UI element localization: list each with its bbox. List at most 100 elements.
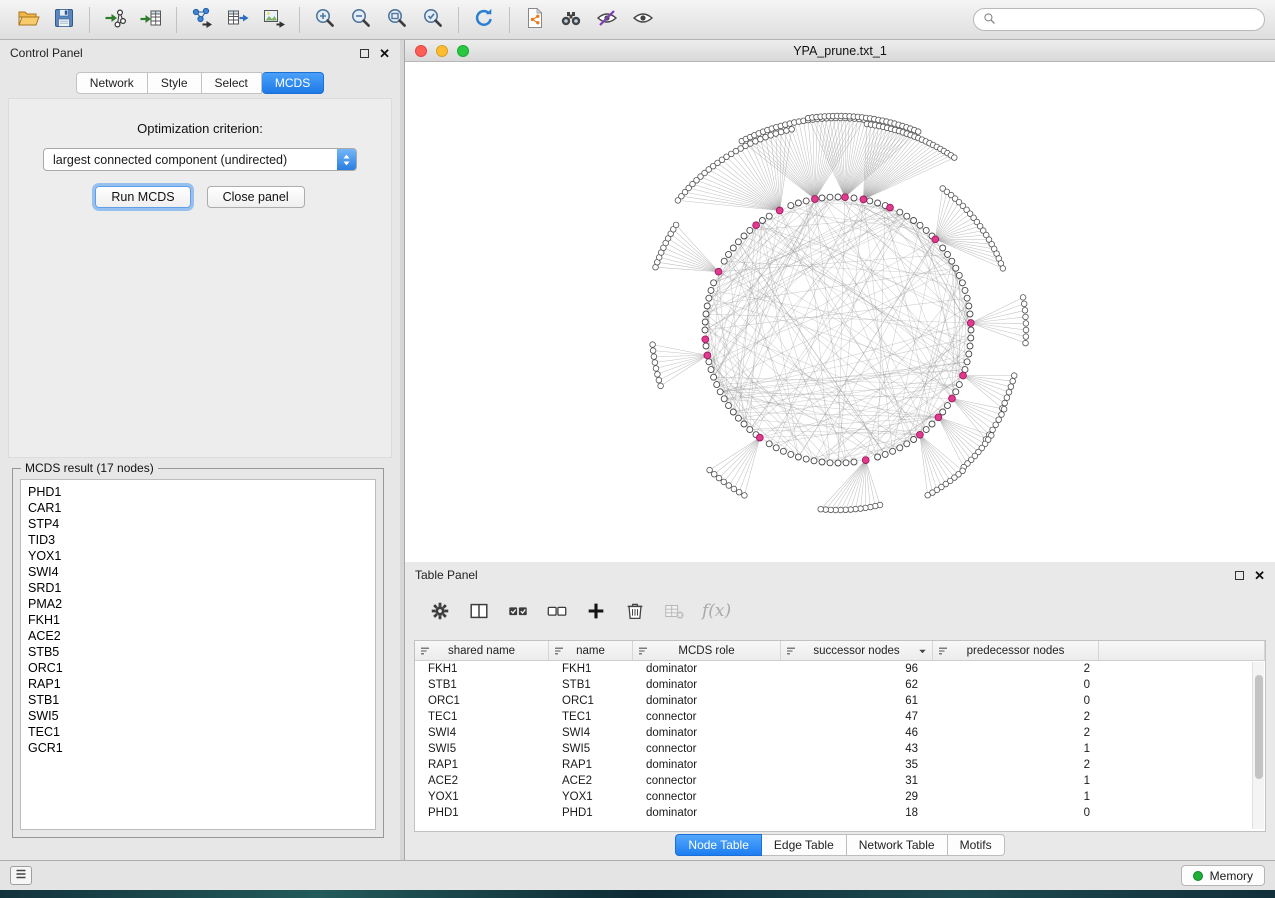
- network-node[interactable]: [741, 421, 747, 427]
- mcds-hub-node[interactable]: [935, 414, 942, 421]
- export-table-button[interactable]: [220, 4, 256, 36]
- table-row[interactable]: PHD1PHD1dominator180: [415, 805, 1265, 821]
- network-node[interactable]: [964, 295, 970, 301]
- network-node[interactable]: [726, 251, 732, 257]
- mcds-result-item[interactable]: SWI4: [28, 564, 368, 580]
- scrollbar-thumb[interactable]: [1255, 675, 1263, 779]
- network-node[interactable]: [735, 239, 741, 245]
- network-node[interactable]: [795, 454, 801, 460]
- network-node[interactable]: [747, 427, 753, 433]
- network-node[interactable]: [953, 389, 959, 395]
- add-button[interactable]: [585, 600, 607, 622]
- table-row[interactable]: SWI5SWI5connector431: [415, 741, 1265, 757]
- network-node[interactable]: [1004, 395, 1010, 401]
- mcds-hub-node[interactable]: [960, 372, 967, 379]
- column-header-successor-nodes[interactable]: successor nodes: [781, 641, 933, 660]
- network-node[interactable]: [999, 412, 1005, 418]
- network-node[interactable]: [819, 195, 825, 201]
- network-node[interactable]: [967, 343, 973, 349]
- mcds-hub-node[interactable]: [812, 196, 819, 203]
- mcds-result-item[interactable]: PHD1: [28, 484, 368, 500]
- network-node[interactable]: [917, 222, 923, 228]
- mcds-result-item[interactable]: PMA2: [28, 596, 368, 612]
- network-node[interactable]: [736, 489, 742, 495]
- tab-select[interactable]: Select: [202, 72, 262, 94]
- network-node[interactable]: [968, 335, 974, 341]
- mcds-result-item[interactable]: TID3: [28, 532, 368, 548]
- network-node[interactable]: [929, 421, 935, 427]
- mcds-hub-node[interactable]: [756, 434, 763, 441]
- network-node[interactable]: [778, 129, 784, 135]
- network-node[interactable]: [741, 233, 747, 239]
- network-node[interactable]: [911, 437, 917, 443]
- column-header-predecessor-nodes[interactable]: predecessor nodes: [933, 641, 1099, 660]
- network-node[interactable]: [952, 155, 958, 161]
- network-node[interactable]: [711, 471, 717, 477]
- network-node[interactable]: [803, 198, 809, 204]
- network-node[interactable]: [711, 280, 717, 286]
- network-node[interactable]: [788, 203, 794, 209]
- network-node[interactable]: [882, 451, 888, 457]
- network-node[interactable]: [1001, 406, 1007, 412]
- network-canvas[interactable]: [405, 62, 1275, 562]
- select-all-button[interactable]: [507, 600, 529, 622]
- mcds-hub-node[interactable]: [776, 207, 783, 214]
- mcds-result-item[interactable]: STB1: [28, 692, 368, 708]
- mcds-hub-node[interactable]: [967, 320, 974, 327]
- search-input[interactable]: [1002, 13, 1255, 27]
- show-all-button[interactable]: [625, 4, 661, 36]
- network-node[interactable]: [766, 441, 772, 447]
- network-node[interactable]: [851, 459, 857, 465]
- mcds-hub-node[interactable]: [842, 194, 849, 201]
- network-node[interactable]: [730, 409, 736, 415]
- network-node[interactable]: [940, 245, 946, 251]
- settings-button[interactable]: [429, 600, 451, 622]
- column-header-mcds-role[interactable]: MCDS role: [633, 641, 781, 660]
- network-node[interactable]: [656, 377, 662, 383]
- zoom-in-button[interactable]: [307, 4, 343, 36]
- network-node[interactable]: [789, 127, 795, 133]
- network-node[interactable]: [956, 382, 962, 388]
- network-node[interactable]: [959, 280, 965, 286]
- mcds-result-item[interactable]: STB5: [28, 644, 368, 660]
- mcds-result-list[interactable]: PHD1CAR1STP4TID3YOX1SWI4SRD1PMA2FKH1ACE2…: [20, 479, 376, 830]
- float-table-panel-icon[interactable]: [1235, 571, 1244, 580]
- network-node[interactable]: [819, 459, 825, 465]
- network-node[interactable]: [897, 445, 903, 451]
- table-row[interactable]: YOX1YOX1connector291: [415, 789, 1265, 805]
- network-node[interactable]: [1021, 301, 1027, 307]
- network-node[interactable]: [716, 475, 722, 481]
- network-node[interactable]: [1023, 327, 1029, 333]
- table-row[interactable]: ORC1ORC1dominator610: [415, 693, 1265, 709]
- network-node[interactable]: [726, 483, 732, 489]
- network-node[interactable]: [827, 460, 833, 466]
- network-node[interactable]: [1023, 321, 1029, 327]
- mcds-result-item[interactable]: TEC1: [28, 724, 368, 740]
- network-node[interactable]: [956, 272, 962, 278]
- network-node[interactable]: [890, 448, 896, 454]
- network-node[interactable]: [655, 372, 661, 378]
- network-node[interactable]: [867, 198, 873, 204]
- tab-node-table[interactable]: Node Table: [675, 834, 762, 856]
- search-network-button[interactable]: [553, 4, 589, 36]
- network-node[interactable]: [968, 327, 974, 333]
- network-node[interactable]: [673, 222, 679, 228]
- network-node[interactable]: [1008, 384, 1014, 390]
- network-node[interactable]: [726, 403, 732, 409]
- tab-network-table[interactable]: Network Table: [847, 834, 948, 856]
- mcds-result-item[interactable]: YOX1: [28, 548, 368, 564]
- columns-button[interactable]: [468, 600, 490, 622]
- network-node[interactable]: [1023, 314, 1029, 320]
- network-node[interactable]: [763, 134, 769, 140]
- network-node[interactable]: [923, 227, 929, 233]
- mcds-hub-node[interactable]: [704, 352, 711, 359]
- network-node[interactable]: [653, 366, 659, 372]
- mcds-hub-node[interactable]: [753, 222, 760, 229]
- network-node[interactable]: [835, 460, 841, 466]
- network-node[interactable]: [904, 441, 910, 447]
- table-row[interactable]: STB1STB1dominator620: [415, 677, 1265, 693]
- minimize-window-icon[interactable]: [436, 45, 448, 57]
- network-node[interactable]: [1023, 334, 1029, 340]
- network-node[interactable]: [717, 389, 723, 395]
- network-node[interactable]: [875, 454, 881, 460]
